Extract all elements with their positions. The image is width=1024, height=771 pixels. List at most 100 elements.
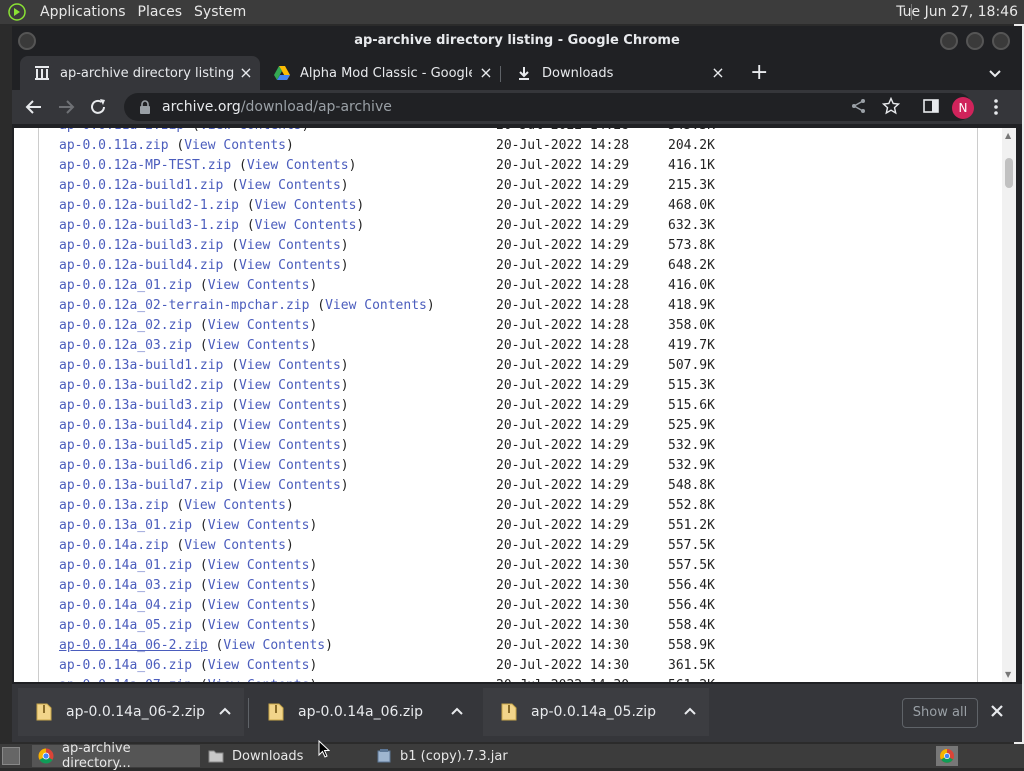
file-link[interactable]: ap-0.0.12a-MP-TEST.zip [59,158,231,173]
file-link[interactable]: ap-0.0.14a_04.zip [59,598,192,613]
file-link[interactable]: ap-0.0.11a-2.zip [59,128,184,133]
view-contents-link[interactable]: View Contents [239,438,341,453]
bookmark-star-icon[interactable] [881,96,901,115]
profile-avatar[interactable]: N [952,97,974,119]
chevron-up-icon[interactable] [450,704,464,718]
file-link[interactable]: ap-0.0.13a-build5.zip [59,438,223,453]
tab-close-icon[interactable]: × [238,65,254,81]
view-contents-link[interactable]: View Contents [239,398,341,413]
taskbar-item-downloads[interactable]: Downloads [202,745,362,767]
view-contents-link[interactable]: View Contents [239,178,341,193]
view-contents-link[interactable]: View Contents [255,218,357,233]
scroll-up-icon[interactable]: ▲ [1005,131,1011,140]
address-bar[interactable]: archive.org/download/ap-archive [124,93,972,121]
view-contents-link[interactable]: View Contents [223,638,325,653]
view-contents-link[interactable]: View Contents [208,278,310,293]
view-contents-link[interactable]: View Contents [208,598,310,613]
maximize-icon[interactable] [966,32,984,50]
places-menu[interactable]: Places [132,0,189,24]
tab-close-icon[interactable]: × [478,65,494,81]
view-contents-link[interactable]: View Contents [208,558,310,573]
page-viewport[interactable]: ap-0.0.11a-2.zip (View Contents)20-Jul-2… [14,128,1016,682]
file-link[interactable]: ap-0.0.14a_06-2.zip [59,638,208,653]
file-link[interactable]: ap-0.0.13a-build3.zip [59,398,223,413]
file-link[interactable]: ap-0.0.14a_05.zip [59,618,192,633]
chevron-up-icon[interactable] [218,704,232,718]
tray-chrome-icon[interactable] [936,746,958,766]
view-contents-link[interactable]: View Contents [239,418,341,433]
file-link[interactable]: ap-0.0.13a-build1.zip [59,358,223,373]
file-link[interactable]: ap-0.0.14a_06.zip [59,658,192,673]
file-link[interactable]: ap-0.0.12a-build3.zip [59,238,223,253]
window-menu-icon[interactable] [18,32,36,50]
window-titlebar[interactable]: ap-archive directory listing - Google Ch… [12,26,1022,56]
forward-icon[interactable] [56,97,76,117]
view-contents-link[interactable]: View Contents [239,478,341,493]
view-contents-link[interactable]: View Contents [208,578,310,593]
scroll-thumb[interactable] [1005,158,1013,188]
view-contents-link[interactable]: View Contents [208,618,310,633]
download-item[interactable]: ap-0.0.14a_06-2.zip [18,688,244,736]
reload-icon[interactable] [88,97,108,117]
scroll-down-icon[interactable]: ▼ [1005,670,1011,679]
file-link[interactable]: ap-0.0.12a_02-terrain-mpchar.zip [59,298,309,313]
view-contents-link[interactable]: View Contents [208,338,310,353]
chevron-up-icon[interactable] [683,704,697,718]
view-contents-link[interactable]: View Contents [208,678,310,682]
tab-ap-archive[interactable]: ap-archive directory listing × [20,56,260,90]
close-shelf-icon[interactable] [990,703,1004,717]
page-scrollbar[interactable]: ▲ ▼ [1002,128,1016,682]
view-contents-link[interactable]: View Contents [184,138,286,153]
new-tab-icon[interactable]: + [750,62,768,84]
file-link[interactable]: ap-0.0.13a-build6.zip [59,458,223,473]
file-link[interactable]: ap-0.0.12a_03.zip [59,338,192,353]
file-link[interactable]: ap-0.0.11a.zip [59,138,169,153]
file-link[interactable]: ap-0.0.14a_03.zip [59,578,192,593]
file-link[interactable]: ap-0.0.13a-build2.zip [59,378,223,393]
view-contents-link[interactable]: View Contents [325,298,427,313]
show-desktop-icon[interactable] [2,747,20,765]
file-link[interactable]: ap-0.0.12a-build4.zip [59,258,223,273]
taskbar-item-chrome[interactable]: ap-archive directory... [32,741,200,771]
view-contents-link[interactable]: View Contents [208,658,310,673]
view-contents-link[interactable]: View Contents [208,518,310,533]
panel-clock[interactable]: Tue Jun 27, 18:46 [896,0,1018,24]
file-link[interactable]: ap-0.0.14a_07.zip [59,678,192,682]
share-icon[interactable] [850,97,868,115]
file-link[interactable]: ap-0.0.13a.zip [59,498,169,513]
view-contents-link[interactable]: View Contents [208,318,310,333]
file-link[interactable]: ap-0.0.12a-build3-1.zip [59,218,239,233]
side-panel-icon[interactable] [922,97,940,115]
view-contents-link[interactable]: View Contents [255,198,357,213]
applications-menu[interactable]: Applications [34,0,132,24]
view-contents-link[interactable]: View Contents [184,538,286,553]
show-all-button[interactable]: Show all [902,698,978,728]
minimize-icon[interactable] [940,32,958,50]
gnome-logo-icon[interactable] [6,3,28,21]
view-contents-link[interactable]: View Contents [239,378,341,393]
file-link[interactable]: ap-0.0.14a.zip [59,538,169,553]
view-contents-link[interactable]: View Contents [200,128,302,133]
view-contents-link[interactable]: View Contents [184,498,286,513]
lock-icon[interactable] [138,100,152,114]
view-contents-link[interactable]: View Contents [239,458,341,473]
view-contents-link[interactable]: View Contents [247,158,349,173]
taskbar-item-jar[interactable]: b1 (copy).7.3.jar [370,745,550,767]
file-link[interactable]: ap-0.0.12a_02.zip [59,318,192,333]
tab-downloads[interactable]: Downloads × [502,56,732,90]
file-link[interactable]: ap-0.0.13a-build4.zip [59,418,223,433]
view-contents-link[interactable]: View Contents [239,238,341,253]
chrome-menu-icon[interactable] [988,98,1004,116]
window-close-icon[interactable] [992,32,1010,50]
tab-close-icon[interactable]: × [710,65,726,81]
file-link[interactable]: ap-0.0.13a-build7.zip [59,478,223,493]
file-link[interactable]: ap-0.0.13a_01.zip [59,518,192,533]
file-link[interactable]: ap-0.0.12a-build2-1.zip [59,198,239,213]
tab-search-icon[interactable] [986,64,1004,82]
file-link[interactable]: ap-0.0.14a_01.zip [59,558,192,573]
file-link[interactable]: ap-0.0.12a-build1.zip [59,178,223,193]
back-icon[interactable] [24,97,44,117]
system-menu[interactable]: System [188,0,252,24]
view-contents-link[interactable]: View Contents [239,258,341,273]
view-contents-link[interactable]: View Contents [239,358,341,373]
